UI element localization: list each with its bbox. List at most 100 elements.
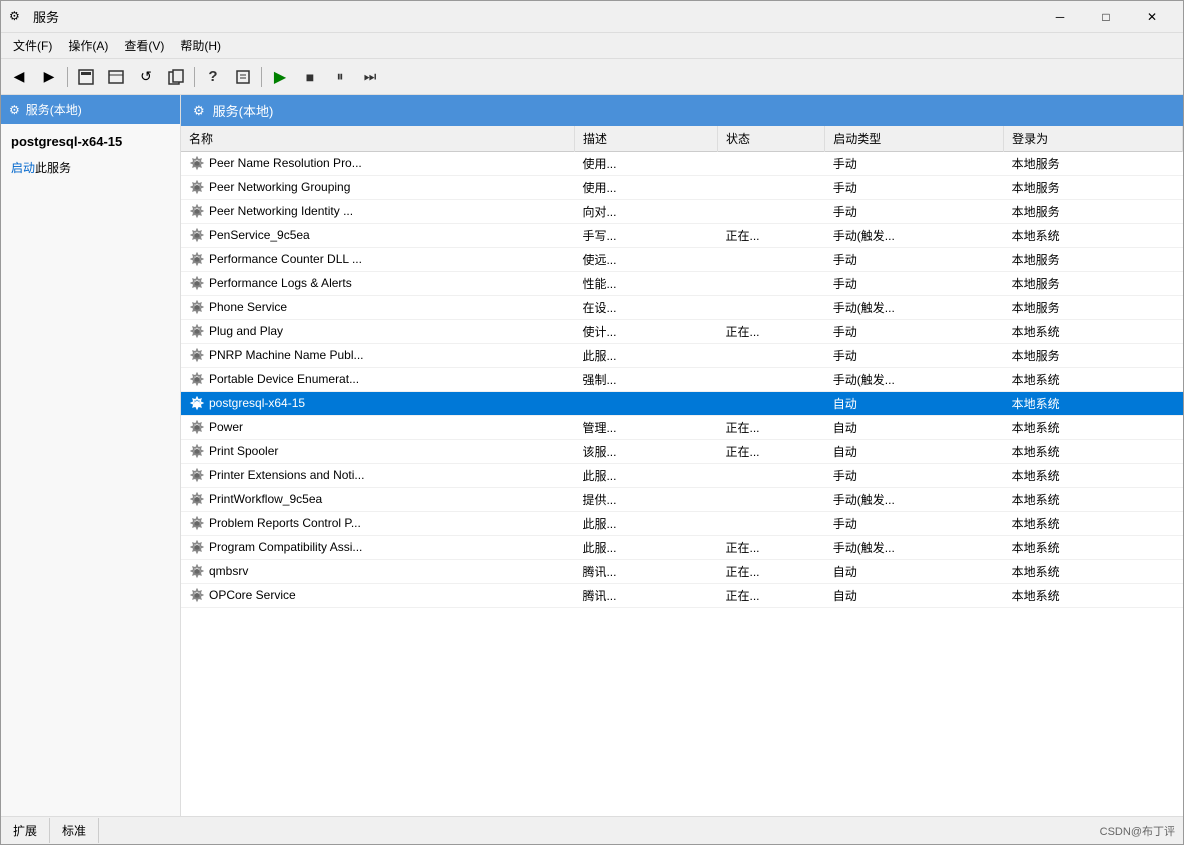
table-row[interactable]: PenService_9c5ea 手写... 正在... 手动(触发... 本地… <box>181 224 1183 248</box>
cell-name: Peer Name Resolution Pro... <box>181 152 574 176</box>
table-row[interactable]: Print Spooler 该服... 正在... 自动 本地系统 <box>181 440 1183 464</box>
cell-startup: 手动 <box>825 248 1004 272</box>
table-row[interactable]: Printer Extensions and Noti... 此服... 手动 … <box>181 464 1183 488</box>
table-row[interactable]: Phone Service 在设... 手动(触发... 本地服务 <box>181 296 1183 320</box>
col-header-login[interactable]: 登录为 <box>1004 126 1183 152</box>
cell-name: Phone Service <box>181 296 574 320</box>
properties-button[interactable] <box>229 63 257 91</box>
table-row[interactable]: OPCore Service 腾讯... 正在... 自动 本地系统 <box>181 584 1183 608</box>
table-row[interactable]: Peer Name Resolution Pro... 使用... 手动 本地服… <box>181 152 1183 176</box>
table-row[interactable]: qmbsrv 腾讯... 正在... 自动 本地系统 <box>181 560 1183 584</box>
services-table-container[interactable]: 名称 描述 状态 启动类型 登录为 Peer Name Resolution P… <box>181 126 1183 816</box>
cell-login: 本地系统 <box>1004 464 1183 488</box>
cell-login: 本地服务 <box>1004 272 1183 296</box>
menu-file[interactable]: 文件(F) <box>5 35 60 56</box>
minimize-button[interactable]: ─ <box>1037 1 1083 33</box>
col-header-status[interactable]: 状态 <box>718 126 825 152</box>
cell-desc <box>574 392 717 416</box>
view-icon <box>108 69 124 85</box>
cell-startup: 手动(触发... <box>825 224 1004 248</box>
table-row[interactable]: Problem Reports Control P... 此服... 手动 本地… <box>181 512 1183 536</box>
cell-name: Peer Networking Grouping <box>181 176 574 200</box>
cell-login: 本地系统 <box>1004 392 1183 416</box>
table-row[interactable]: Performance Logs & Alerts 性能... 手动 本地服务 <box>181 272 1183 296</box>
cell-startup: 自动 <box>825 440 1004 464</box>
cell-startup: 手动 <box>825 320 1004 344</box>
cell-name: qmbsrv <box>181 560 574 584</box>
cell-status <box>718 296 825 320</box>
export-button[interactable] <box>162 63 190 91</box>
cell-name: Program Compatibility Assi... <box>181 536 574 560</box>
start-service-link[interactable]: 启动 <box>11 161 35 175</box>
cell-startup: 手动(触发... <box>825 536 1004 560</box>
cell-desc: 使远... <box>574 248 717 272</box>
show-scope-button[interactable] <box>72 63 100 91</box>
restart-service-button[interactable]: ⏭ <box>356 63 384 91</box>
table-row[interactable]: PrintWorkflow_9c5ea 提供... 手动(触发... 本地系统 <box>181 488 1183 512</box>
cell-desc: 此服... <box>574 536 717 560</box>
table-row[interactable]: Peer Networking Grouping 使用... 手动 本地服务 <box>181 176 1183 200</box>
cell-startup: 手动 <box>825 200 1004 224</box>
refresh-button[interactable]: ↺ <box>132 63 160 91</box>
maximize-button[interactable]: □ <box>1083 1 1129 33</box>
gear-icon <box>189 564 205 580</box>
cell-desc: 该服... <box>574 440 717 464</box>
help-button[interactable]: ? <box>199 63 227 91</box>
cell-status <box>718 464 825 488</box>
table-row[interactable]: Peer Networking Identity ... 向对... 手动 本地… <box>181 200 1183 224</box>
close-button[interactable]: ✕ <box>1129 1 1175 33</box>
cell-startup: 手动 <box>825 512 1004 536</box>
cell-status: 正在... <box>718 536 825 560</box>
cell-desc: 强制... <box>574 368 717 392</box>
table-row[interactable]: Portable Device Enumerat... 强制... 手动(触发.… <box>181 368 1183 392</box>
sidebar-content: postgresql-x64-15 启动此服务 <box>1 124 180 816</box>
content-header-title: 服务(本地) <box>213 101 274 120</box>
table-row[interactable]: Power 管理... 正在... 自动 本地系统 <box>181 416 1183 440</box>
cell-name: Printer Extensions and Noti... <box>181 464 574 488</box>
main-area: ⚙ 服务(本地) postgresql-x64-15 启动此服务 ⚙ 服务(本地… <box>1 95 1183 816</box>
gear-icon <box>189 252 205 268</box>
menu-view[interactable]: 查看(V) <box>116 35 172 56</box>
gear-icon <box>189 324 205 340</box>
toolbar: ◀ ▶ ↺ ? <box>1 59 1183 95</box>
view-button[interactable] <box>102 63 130 91</box>
table-row[interactable]: Program Compatibility Assi... 此服... 正在..… <box>181 536 1183 560</box>
cell-login: 本地系统 <box>1004 512 1183 536</box>
gear-icon <box>189 276 205 292</box>
table-row[interactable]: Performance Counter DLL ... 使远... 手动 本地服… <box>181 248 1183 272</box>
gear-icon <box>189 300 205 316</box>
start-service-button[interactable]: ▶ <box>266 63 294 91</box>
cell-status <box>718 344 825 368</box>
cell-login: 本地系统 <box>1004 560 1183 584</box>
tab-standard[interactable]: 标准 <box>50 818 99 843</box>
gear-icon <box>189 372 205 388</box>
tab-expand[interactable]: 扩展 <box>1 818 50 843</box>
forward-button[interactable]: ▶ <box>35 63 63 91</box>
menu-help[interactable]: 帮助(H) <box>172 35 229 56</box>
gear-icon <box>189 348 205 364</box>
pause-service-button[interactable]: ⏸ <box>326 63 354 91</box>
stop-service-button[interactable]: ■ <box>296 63 324 91</box>
col-header-desc[interactable]: 描述 <box>574 126 717 152</box>
col-header-startup[interactable]: 启动类型 <box>825 126 1004 152</box>
content-header: ⚙ 服务(本地) <box>181 95 1183 126</box>
back-button[interactable]: ◀ <box>5 63 33 91</box>
cell-login: 本地服务 <box>1004 152 1183 176</box>
cell-login: 本地服务 <box>1004 200 1183 224</box>
gear-icon <box>189 516 205 532</box>
table-row[interactable]: postgresql-x64-15 自动 本地系统 <box>181 392 1183 416</box>
export-icon <box>168 69 184 85</box>
col-header-name[interactable]: 名称 <box>181 126 574 152</box>
cell-name: Problem Reports Control P... <box>181 512 574 536</box>
window-title: 服务 <box>33 7 59 26</box>
cell-startup: 手动 <box>825 272 1004 296</box>
cell-login: 本地服务 <box>1004 176 1183 200</box>
table-row[interactable]: Plug and Play 使计... 正在... 手动 本地系统 <box>181 320 1183 344</box>
cell-name: Portable Device Enumerat... <box>181 368 574 392</box>
cell-startup: 手动 <box>825 344 1004 368</box>
cell-status: 正在... <box>718 224 825 248</box>
cell-startup: 手动 <box>825 152 1004 176</box>
table-row[interactable]: PNRP Machine Name Publ... 此服... 手动 本地服务 <box>181 344 1183 368</box>
status-bar: 扩展 标准 CSDN@布丁评 <box>1 816 1183 844</box>
menu-action[interactable]: 操作(A) <box>60 35 116 56</box>
